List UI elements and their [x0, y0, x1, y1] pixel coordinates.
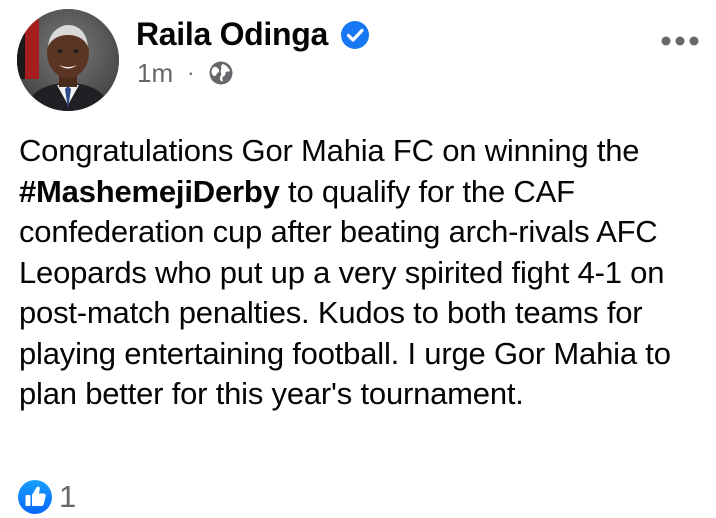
meta-separator: · [187, 60, 195, 85]
more-options-icon[interactable] [660, 34, 700, 48]
globe-icon[interactable] [208, 60, 234, 86]
post-meta: 1m · [137, 56, 234, 90]
post-text-before: Congratulations Gor Mahia FC on winning … [19, 133, 640, 168]
post-body: Congratulations Gor Mahia FC on winning … [19, 131, 709, 415]
reaction-count: 1 [59, 479, 77, 514]
facebook-post: Raila Odinga 1m · Congratulations Gor Ma… [0, 0, 716, 518]
author-name[interactable]: Raila Odinga [136, 14, 328, 54]
post-text-after: to qualify for the CAF confederation cup… [19, 173, 671, 412]
reactions-summary[interactable]: 1 [17, 479, 76, 515]
hashtag-link[interactable]: #MashemejiDerby [19, 174, 280, 209]
avatar-photo [17, 9, 119, 111]
verified-badge-icon [341, 21, 369, 49]
author-avatar[interactable] [17, 9, 119, 111]
post-timestamp[interactable]: 1m [137, 58, 173, 89]
like-reaction-icon [18, 480, 52, 514]
